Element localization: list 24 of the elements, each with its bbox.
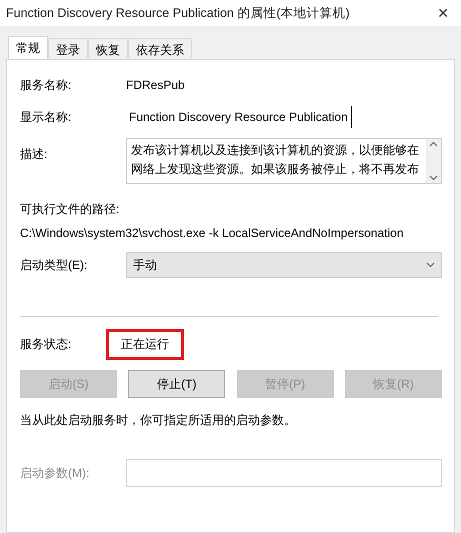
- scroll-down-icon[interactable]: [429, 175, 438, 181]
- close-button[interactable]: ✕: [435, 4, 451, 22]
- chevron-down-icon[interactable]: [426, 262, 435, 268]
- field-label: 可执行文件的路径:: [20, 200, 120, 218]
- tab[interactable]: 恢复: [88, 38, 128, 58]
- field-label: 服务名称:: [20, 76, 72, 94]
- field-label: 启动类型(E):: [20, 256, 88, 274]
- path-text: C:\Windows\system32\svchost.exe -k LocalServiceAndNoImpersonation: [20, 226, 404, 240]
- hint-text: 当从此处启动服务时，你可指定所适用的启动参数。: [20, 412, 297, 429]
- field-label: 启动参数(M):: [20, 464, 90, 482]
- tab[interactable]: 依存关系: [128, 38, 192, 58]
- field-label: 显示名称:: [20, 108, 72, 126]
- tab[interactable]: 常规: [8, 36, 48, 59]
- window-title: Function Discovery Resource Publication 的属性(本地计算机): [6, 4, 350, 22]
- scroll-up-icon[interactable]: [429, 141, 438, 147]
- startup-type-dropdown[interactable]: 手动: [126, 252, 442, 278]
- tab[interactable]: 登录: [48, 38, 88, 58]
- service-button[interactable]: 停止(T): [128, 370, 226, 398]
- display-name-field[interactable]: Function Discovery Resource Publication: [126, 106, 352, 128]
- service-name: FDResPub: [126, 78, 185, 92]
- service-status: 正在运行: [106, 329, 184, 360]
- field-label: 描述:: [20, 146, 48, 163]
- field-label: 服务状态:: [20, 336, 72, 353]
- description-text: 发布该计算机以及连接到该计算机的资源，以便能够在网络上发现这些资源。如果该服务被停止，将不再发布: [130, 142, 420, 178]
